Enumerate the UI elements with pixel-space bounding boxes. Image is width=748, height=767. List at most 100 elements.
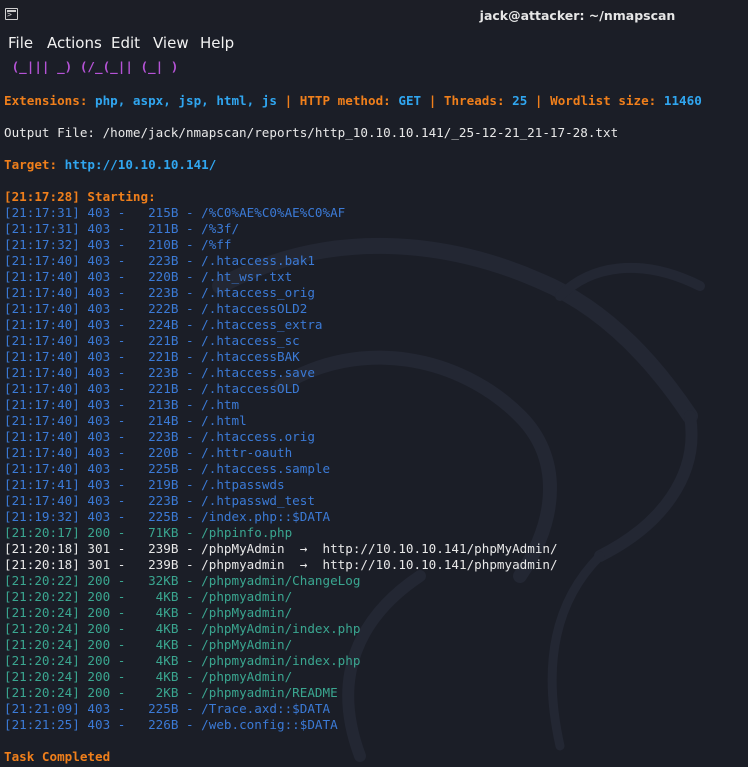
row-time: [21:17:40] — [4, 269, 80, 284]
row-time: [21:17:40] — [4, 381, 80, 396]
row-size: 221B — [148, 381, 179, 396]
result-row: [21:17:40] 403 - 223B - /.htaccess.orig — [4, 429, 315, 444]
task-completed-line: Task Completed — [4, 749, 111, 764]
row-path: /phpMyAdmin/ — [201, 637, 293, 652]
row-status: 403 — [87, 429, 111, 444]
row-time: [21:20:22] — [4, 589, 80, 604]
row-time: [21:20:22] — [4, 573, 80, 588]
row-time: [21:20:24] — [4, 653, 80, 668]
row-time: [21:19:32] — [4, 509, 80, 524]
row-size: 4KB — [155, 605, 179, 620]
row-path: /phpmyadmin/README — [201, 685, 338, 700]
row-size: 221B — [148, 349, 179, 364]
result-row: [21:17:40] 403 - 221B - /.htaccessBAK — [4, 349, 300, 364]
result-row: [21:20:24] 200 - 4KB - /phpMyadmin/ — [4, 605, 293, 620]
row-time: [21:20:17] — [4, 525, 80, 540]
row-size: 211B — [148, 221, 179, 236]
result-row: [21:20:17] 200 - 71KB - /phpinfo.php — [4, 525, 293, 540]
row-status: 200 — [87, 653, 111, 668]
row-path: /.htaccessOLD — [201, 381, 300, 396]
row-size: 215B — [148, 205, 179, 220]
row-time: [21:17:40] — [4, 461, 80, 476]
result-row: [21:17:40] 403 - 221B - /.htaccess_sc — [4, 333, 300, 348]
result-row: [21:20:22] 200 - 4KB - /phpmyadmin/ — [4, 589, 293, 604]
row-path: /.htaccess_sc — [201, 333, 300, 348]
menu-help[interactable]: Help — [200, 34, 234, 52]
row-size: 4KB — [155, 637, 179, 652]
row-status: 301 — [87, 557, 111, 572]
row-size: 223B — [148, 365, 179, 380]
row-time: [21:17:31] — [4, 221, 80, 236]
row-path: /.htpasswds — [201, 477, 285, 492]
row-size: 223B — [148, 285, 179, 300]
menu-edit[interactable]: Edit — [111, 34, 140, 52]
row-size: 220B — [148, 445, 179, 460]
row-time: [21:20:24] — [4, 685, 80, 700]
row-time: [21:17:40] — [4, 445, 80, 460]
result-row: [21:20:24] 200 - 2KB - /phpmyadmin/READM… — [4, 685, 338, 700]
row-time: [21:17:40] — [4, 493, 80, 508]
row-time: [21:17:40] — [4, 349, 80, 364]
row-time: [21:20:24] — [4, 669, 80, 684]
row-time: [21:17:40] — [4, 397, 80, 412]
row-path: /.htpasswd_test — [201, 493, 315, 508]
row-path: /.htaccess_extra — [201, 317, 323, 332]
row-path: /.htaccessBAK — [201, 349, 300, 364]
row-status: 403 — [87, 493, 111, 508]
row-status: 403 — [87, 397, 111, 412]
row-size: 225B — [148, 701, 179, 716]
menu-view[interactable]: View — [153, 34, 189, 52]
row-time: [21:17:40] — [4, 333, 80, 348]
row-time: [21:17:40] — [4, 365, 80, 380]
row-time: [21:17:32] — [4, 237, 80, 252]
result-row: [21:20:18] 301 - 239B - /phpMyAdmin → ht… — [4, 541, 558, 556]
row-time: [21:17:40] — [4, 253, 80, 268]
row-path: /.htm — [201, 397, 240, 412]
row-status: 200 — [87, 669, 111, 684]
result-row: [21:20:24] 200 - 4KB - /phpmyAdmin/ — [4, 669, 293, 684]
row-time: [21:17:40] — [4, 429, 80, 444]
row-path: /%ff — [201, 237, 232, 252]
terminal-output[interactable]: (_||| _) (/_(_|| (_| ) Extensions: php, … — [0, 56, 748, 767]
result-row: [21:20:24] 200 - 4KB - /phpMyAdmin/ — [4, 637, 293, 652]
row-redirect: http://10.10.10.141/phpMyAdmin/ — [322, 541, 558, 556]
row-status: 403 — [87, 205, 111, 220]
row-status: 403 — [87, 221, 111, 236]
menu-actions[interactable]: Actions — [47, 34, 102, 52]
result-row: [21:20:24] 200 - 4KB - /phpmyadmin/index… — [4, 653, 361, 668]
row-path: /.ht_wsr.txt — [201, 269, 293, 284]
result-row: [21:17:40] 403 - 221B - /.htaccessOLD — [4, 381, 300, 396]
row-status: 403 — [87, 461, 111, 476]
row-time: [21:20:18] — [4, 557, 80, 572]
row-path: /phpmyadmin/ChangeLog — [201, 573, 361, 588]
row-size: 32KB — [148, 573, 179, 588]
row-path: /.htaccess.orig — [201, 429, 315, 444]
row-path: /%3f/ — [201, 221, 240, 236]
row-status: 200 — [87, 605, 111, 620]
row-path: /Trace.axd::$DATA — [201, 701, 331, 716]
row-status: 403 — [87, 509, 111, 524]
menu-bar: File Actions Edit View Help — [0, 30, 748, 56]
row-path: /phpmyadmin — [201, 557, 285, 572]
row-time: [21:17:41] — [4, 477, 80, 492]
row-path: /.htaccess.sample — [201, 461, 331, 476]
row-time: [21:17:40] — [4, 413, 80, 428]
row-path: /.htaccess_orig — [201, 285, 315, 300]
row-path: /web.config::$DATA — [201, 717, 338, 732]
row-size: 213B — [148, 397, 179, 412]
row-status: 403 — [87, 717, 111, 732]
row-status: 200 — [87, 621, 111, 636]
row-size: 224B — [148, 317, 179, 332]
result-row: [21:17:40] 403 - 213B - /.htm — [4, 397, 240, 412]
row-size: 4KB — [155, 621, 179, 636]
row-size: 71KB — [148, 525, 179, 540]
row-size: 223B — [148, 429, 179, 444]
row-time: [21:21:25] — [4, 717, 80, 732]
menu-file[interactable]: File — [8, 34, 33, 52]
row-redirect: http://10.10.10.141/phpmyadmin/ — [322, 557, 558, 572]
result-row: [21:20:22] 200 - 32KB - /phpmyadmin/Chan… — [4, 573, 361, 588]
window-title: jack@attacker: ~/nmapscan — [479, 8, 676, 23]
result-row: [21:20:24] 200 - 4KB - /phpMyAdmin/index… — [4, 621, 361, 636]
row-status: 403 — [87, 365, 111, 380]
result-row: [21:17:32] 403 - 210B - /%ff — [4, 237, 232, 252]
